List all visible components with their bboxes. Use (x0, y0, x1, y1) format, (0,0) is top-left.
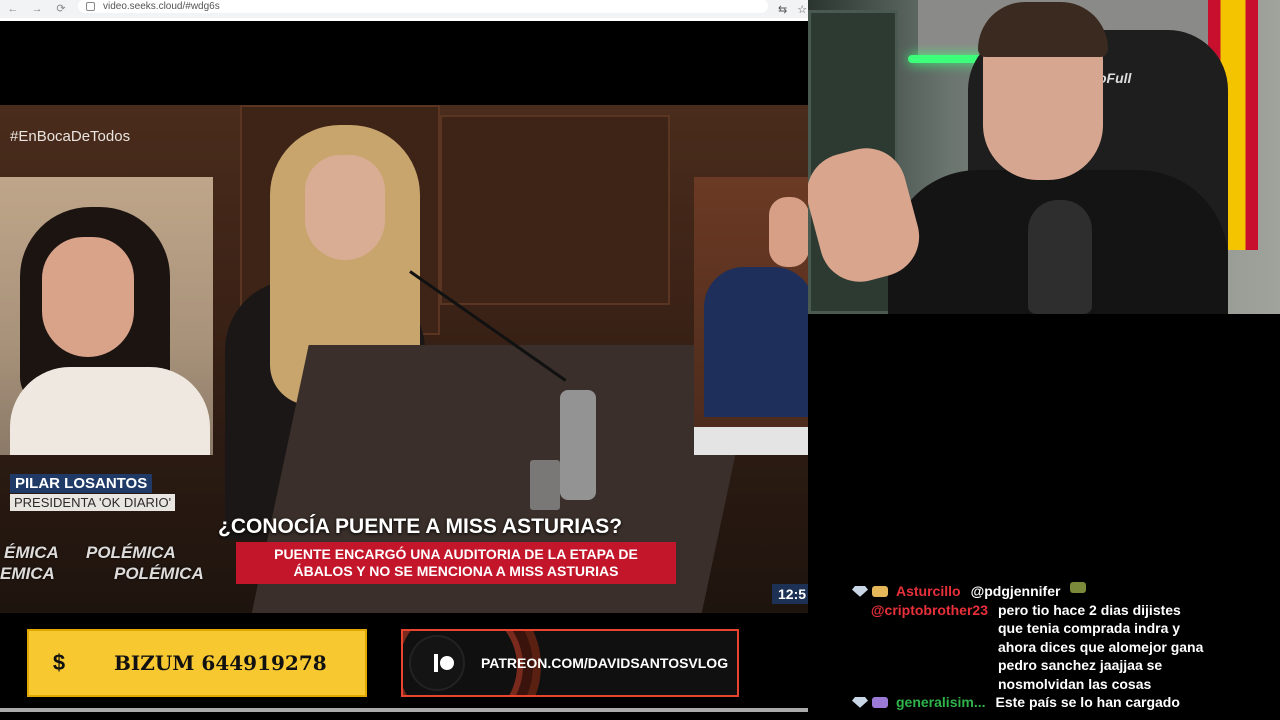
chat-mention: @pdgjennifer (970, 583, 1061, 599)
chat-username[interactable]: generalisim... (896, 693, 985, 712)
ticker-word: EMICA (0, 564, 55, 583)
podcast-microphone (1028, 200, 1092, 314)
diamond-badge-icon (852, 696, 868, 708)
chat-text: pero tio hace 2 dias dijistes (998, 601, 1181, 618)
site-info-icon[interactable] (86, 1, 95, 11)
patreon-label: PATREON.COM/DAVIDSANTOSVLOG (481, 655, 729, 671)
forward-icon[interactable]: → (30, 0, 44, 18)
translate-icon[interactable]: ⇆ (778, 3, 787, 16)
news-subheadline: PUENTE ENCARGÓ UNA AUDITORIA DE LA ETAPA… (236, 542, 676, 584)
anchor-video-inset (694, 177, 808, 455)
chat-text: Este país se lo han cargado (995, 694, 1180, 710)
water-glass (530, 460, 560, 510)
horizontal-scrollbar[interactable] (0, 708, 808, 712)
streamer-hair (978, 2, 1108, 57)
back-icon[interactable]: ← (6, 0, 20, 18)
chat-message: generalisim... Este país se lo han carga… (818, 693, 1278, 712)
chair-brand: oFull (1098, 70, 1132, 86)
emote-icon (1070, 582, 1087, 593)
screen: ← → ⟳ video.seeks.cloud/#wdg6s ⇆ ☆ #EnBo… (0, 0, 1280, 720)
ticker-word: ÉMICA (4, 543, 59, 562)
news-headline: ¿CONOCÍA PUENTE A MISS ASTURIAS? (218, 515, 623, 538)
broadcast-clock: 12:5 (772, 584, 808, 604)
live-chat: Asturcillo @pdgjennifer @criptobrother23… (818, 582, 1278, 712)
browser-toolbar: ← → ⟳ video.seeks.cloud/#wdg6s ⇆ ☆ (0, 0, 808, 18)
video-player[interactable]: #EnBocaDeTodos PILAR LOSANTOS PRESIDENTA… (0, 105, 808, 613)
guest-body (10, 367, 210, 455)
chat-username[interactable]: @criptobrother23 (818, 601, 998, 620)
witness-face (305, 155, 385, 260)
address-bar[interactable]: video.seeks.cloud/#wdg6s (78, 0, 768, 13)
streamer-webcam: oFull (808, 0, 1280, 314)
guest-name-tag: PILAR LOSANTOS (10, 474, 153, 493)
bookmark-star-icon[interactable]: ☆ (797, 3, 807, 16)
chat-text: nosmolvidan las cosas (998, 675, 1152, 692)
chat-text: ahora dices que alomejor gana (998, 638, 1204, 655)
bizum-label: BIZUM 644919278 (114, 651, 327, 675)
chat-badges (818, 693, 896, 712)
ticker-word: POLÉMICA (86, 543, 176, 562)
chat-text: pedro sanchez jaajjaa se (998, 657, 1163, 673)
chat-text: que tenia comprada indra y (998, 620, 1181, 636)
guest-face (42, 237, 134, 357)
anchor-head (769, 197, 808, 267)
chat-badges (818, 582, 896, 601)
bizum-donation-banner: $ BIZUM 644919278 (27, 629, 367, 697)
subheadline-line: PUENTE ENCARGÓ UNA AUDITORIA DE LA ETAPA… (274, 546, 638, 562)
wood-panel (440, 115, 670, 305)
anchor-desk (694, 427, 808, 455)
program-hashtag: #EnBocaDeTodos (10, 128, 131, 145)
diamond-badge-icon (852, 585, 868, 597)
guest-video-inset (0, 177, 213, 455)
subheadline-line: ÁBALOS Y NO SE MENCIONA A MISS ASTURIAS (293, 563, 619, 579)
anchor-body (704, 267, 808, 417)
url-text: video.seeks.cloud/#wdg6s (103, 0, 220, 12)
patreon-banner: PATREON.COM/DAVIDSANTOSVLOG (401, 629, 739, 697)
browser-divider (0, 18, 808, 21)
chat-username[interactable]: Asturcillo (896, 582, 961, 601)
dollar-icon: $ (52, 650, 66, 675)
ticker-word: POLÉMICA (114, 564, 204, 583)
gift-badge-icon (872, 585, 888, 597)
reload-icon[interactable]: ⟳ (54, 0, 68, 18)
water-carafe (560, 390, 596, 500)
chat-message: Asturcillo @pdgjennifer (818, 582, 1278, 601)
chat-message: @criptobrother23 pero tio hace 2 dias di… (818, 601, 1278, 620)
subscriber-badge-icon (872, 696, 888, 708)
patreon-logo-icon (409, 635, 465, 691)
guest-role-tag: PRESIDENTA 'OK DIARIO' (10, 494, 176, 511)
